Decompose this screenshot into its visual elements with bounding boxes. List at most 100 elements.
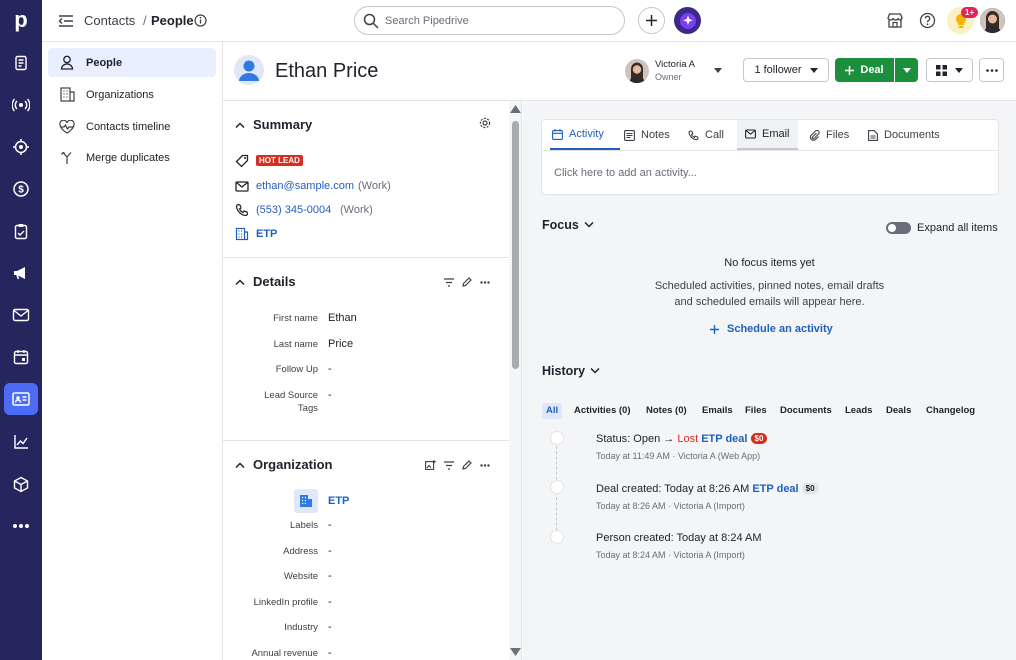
history-tab-deals[interactable]: Deals: [886, 403, 911, 419]
quick-add-button[interactable]: [638, 7, 665, 34]
leads-icon[interactable]: [4, 47, 38, 79]
history-tab-changelog[interactable]: Changelog: [926, 403, 975, 419]
focus-icon[interactable]: [4, 131, 38, 163]
nav-item-people[interactable]: People: [48, 48, 216, 77]
pencil-icon[interactable]: [462, 460, 472, 470]
deal-link[interactable]: ETP deal: [752, 483, 798, 495]
deal-dropdown-button[interactable]: [895, 58, 918, 82]
field-label: Website: [283, 571, 318, 582]
tab-call[interactable]: Call: [688, 120, 724, 150]
paperclip-icon: [809, 129, 820, 141]
money-icon[interactable]: $: [4, 173, 38, 205]
field-value[interactable]: -: [328, 545, 332, 557]
schedule-activity-link[interactable]: Schedule an activity: [710, 323, 833, 335]
field-value[interactable]: -: [328, 363, 332, 375]
tab-files[interactable]: Files: [809, 120, 849, 150]
history-tab-files[interactable]: Files: [745, 403, 767, 419]
field-label: Industry: [284, 622, 318, 633]
contacts-icon[interactable]: [4, 383, 38, 415]
gear-icon[interactable]: [479, 117, 491, 129]
layout-button[interactable]: [926, 58, 973, 82]
field-value[interactable]: -: [328, 519, 332, 531]
calendar-icon[interactable]: [4, 341, 38, 373]
nav-item-label: Organizations: [86, 88, 154, 101]
user-avatar[interactable]: [980, 8, 1005, 33]
email-link[interactable]: ethan@sample.com: [256, 180, 354, 192]
building-icon: [235, 227, 249, 241]
tasks-icon[interactable]: [4, 215, 38, 247]
marketplace-icon[interactable]: [887, 13, 903, 28]
history-tab-notes[interactable]: Notes (0): [646, 403, 687, 419]
focus-toggle[interactable]: Focus: [542, 218, 594, 232]
chevron-down-icon: [809, 67, 818, 73]
chevron-down-icon[interactable]: [714, 68, 722, 73]
deals-icon[interactable]: [4, 89, 38, 121]
campaigns-icon[interactable]: [4, 257, 38, 289]
nav-item-organizations[interactable]: Organizations: [48, 80, 216, 109]
field-value[interactable]: Ethan: [328, 312, 357, 324]
breadcrumb-contacts[interactable]: Contacts: [84, 13, 135, 28]
tab-email[interactable]: Email: [737, 120, 798, 150]
history-tab-activities[interactable]: Activities (0): [574, 403, 631, 419]
field-label: Last name: [273, 339, 318, 350]
field-value[interactable]: -: [328, 621, 332, 633]
summary-org-link[interactable]: ETP: [256, 228, 277, 240]
summary-section-toggle[interactable]: Summary: [235, 117, 312, 132]
field-value[interactable]: -: [328, 596, 332, 608]
search-input[interactable]: Search Pipedrive: [354, 6, 625, 35]
pipedrive-logo[interactable]: p: [10, 8, 32, 32]
tab-activity[interactable]: Activity: [550, 120, 620, 150]
add-deal-button[interactable]: Deal: [835, 58, 894, 82]
history-tab-leads[interactable]: Leads: [845, 403, 872, 419]
nav-item-merge-duplicates[interactable]: Merge duplicates: [48, 143, 216, 172]
expand-all-label: Expand all items: [917, 222, 998, 234]
details-section-toggle[interactable]: Details: [235, 274, 296, 289]
help-icon[interactable]: [919, 12, 936, 29]
more-actions-button[interactable]: [979, 58, 1004, 82]
history-tab-documents[interactable]: Documents: [780, 403, 832, 419]
summary-title: Summary: [253, 117, 313, 132]
org-name-link[interactable]: ETP: [328, 495, 349, 507]
expand-all-toggle[interactable]: [886, 222, 911, 234]
collapse-menu-icon[interactable]: [58, 14, 74, 28]
info-icon[interactable]: [194, 14, 207, 27]
more-icon[interactable]: [480, 281, 490, 284]
phone-link[interactable]: (553) 345-0004: [256, 204, 331, 216]
scroll-up-icon[interactable]: [510, 105, 521, 113]
history-tab-all[interactable]: All: [542, 403, 563, 419]
activity-input[interactable]: Click here to add an activity...: [554, 167, 697, 179]
person-name[interactable]: Ethan Price: [275, 60, 378, 83]
history-item: Status: Open → Lost ETP deal $0: [596, 433, 768, 445]
label-badge[interactable]: HOT LEAD: [256, 155, 303, 166]
scrollbar-thumb[interactable]: [512, 121, 519, 369]
history-item: Deal created: Today at 8:26 AM ETP deal …: [596, 483, 819, 495]
filter-icon[interactable]: [444, 461, 454, 470]
filter-icon[interactable]: [444, 278, 454, 287]
deal-link[interactable]: ETP deal: [701, 433, 747, 445]
deal-label: Deal: [860, 64, 884, 76]
scroll-down-icon[interactable]: [510, 648, 521, 656]
more-icon[interactable]: [4, 510, 38, 542]
owner-name[interactable]: Victoria A: [655, 59, 695, 70]
follower-button[interactable]: 1 follower: [743, 58, 829, 82]
history-tab-emails[interactable]: Emails: [702, 403, 733, 419]
field-value[interactable]: -: [328, 389, 332, 401]
history-item-prefix: Status: [596, 433, 628, 445]
organization-section-toggle[interactable]: Organization: [235, 457, 332, 472]
tab-notes[interactable]: Notes: [624, 120, 670, 150]
tab-label: Activity: [569, 128, 604, 140]
tab-documents[interactable]: Documents: [868, 120, 940, 150]
field-value[interactable]: Price: [328, 338, 353, 350]
history-toggle[interactable]: History: [542, 364, 600, 378]
products-icon[interactable]: [4, 468, 38, 500]
field-value[interactable]: -: [328, 570, 332, 582]
more-icon[interactable]: [480, 464, 490, 467]
nav-item-contacts-timeline[interactable]: Contacts timeline: [48, 112, 216, 141]
field-value[interactable]: -: [328, 647, 332, 659]
pencil-icon[interactable]: [462, 277, 472, 287]
mail-icon[interactable]: [4, 299, 38, 331]
add-image-icon[interactable]: [425, 460, 436, 470]
heart-pulse-icon: [58, 118, 76, 136]
insights-icon[interactable]: [4, 426, 38, 458]
ai-assistant-button[interactable]: [674, 7, 701, 34]
